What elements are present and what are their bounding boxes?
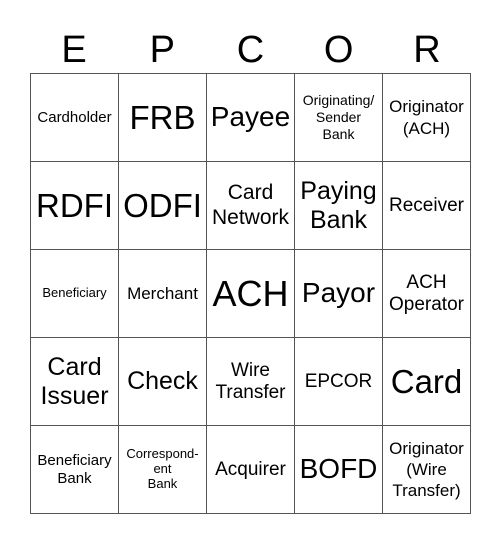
bingo-cell[interactable]: Originating/ Sender Bank	[295, 74, 383, 162]
bingo-cell[interactable]: Merchant	[119, 250, 207, 338]
bingo-cell[interactable]: Originator (ACH)	[383, 74, 471, 162]
bingo-cell[interactable]: BOFD	[295, 426, 383, 514]
bingo-grid: Cardholder FRB Payee Originating/ Sender…	[30, 73, 471, 514]
bingo-cell[interactable]: Payor	[295, 250, 383, 338]
bingo-cell[interactable]: ACH Operator	[383, 250, 471, 338]
bingo-cell[interactable]: Beneficiary Bank	[31, 426, 119, 514]
bingo-cell[interactable]: ACH	[207, 250, 295, 338]
bingo-cell[interactable]: FRB	[119, 74, 207, 162]
bingo-cell[interactable]: EPCOR	[295, 338, 383, 426]
bingo-cell[interactable]: Paying Bank	[295, 162, 383, 250]
bingo-header: E P C O R	[30, 28, 471, 72]
header-letter-r: R	[413, 29, 441, 71]
bingo-cell[interactable]: Cardholder	[31, 74, 119, 162]
bingo-cell[interactable]: Card Network	[207, 162, 295, 250]
bingo-cell[interactable]: RDFI	[31, 162, 119, 250]
bingo-cell[interactable]: ODFI	[119, 162, 207, 250]
bingo-cell[interactable]: Beneficiary	[31, 250, 119, 338]
bingo-cell[interactable]: Payee	[207, 74, 295, 162]
header-letter-o: O	[323, 29, 354, 71]
header-letter-c: C	[236, 29, 265, 71]
bingo-cell[interactable]: Originator (Wire Transfer)	[383, 426, 471, 514]
header-letter-p: P	[149, 29, 175, 71]
bingo-cell[interactable]: Card Issuer	[31, 338, 119, 426]
bingo-cell[interactable]: Card	[383, 338, 471, 426]
bingo-cell[interactable]: Check	[119, 338, 207, 426]
bingo-cell[interactable]: Wire Transfer	[207, 338, 295, 426]
bingo-cell[interactable]: Receiver	[383, 162, 471, 250]
header-letter-e: E	[61, 29, 87, 71]
bingo-cell[interactable]: Correspond- ent Bank	[119, 426, 207, 514]
bingo-cell[interactable]: Acquirer	[207, 426, 295, 514]
